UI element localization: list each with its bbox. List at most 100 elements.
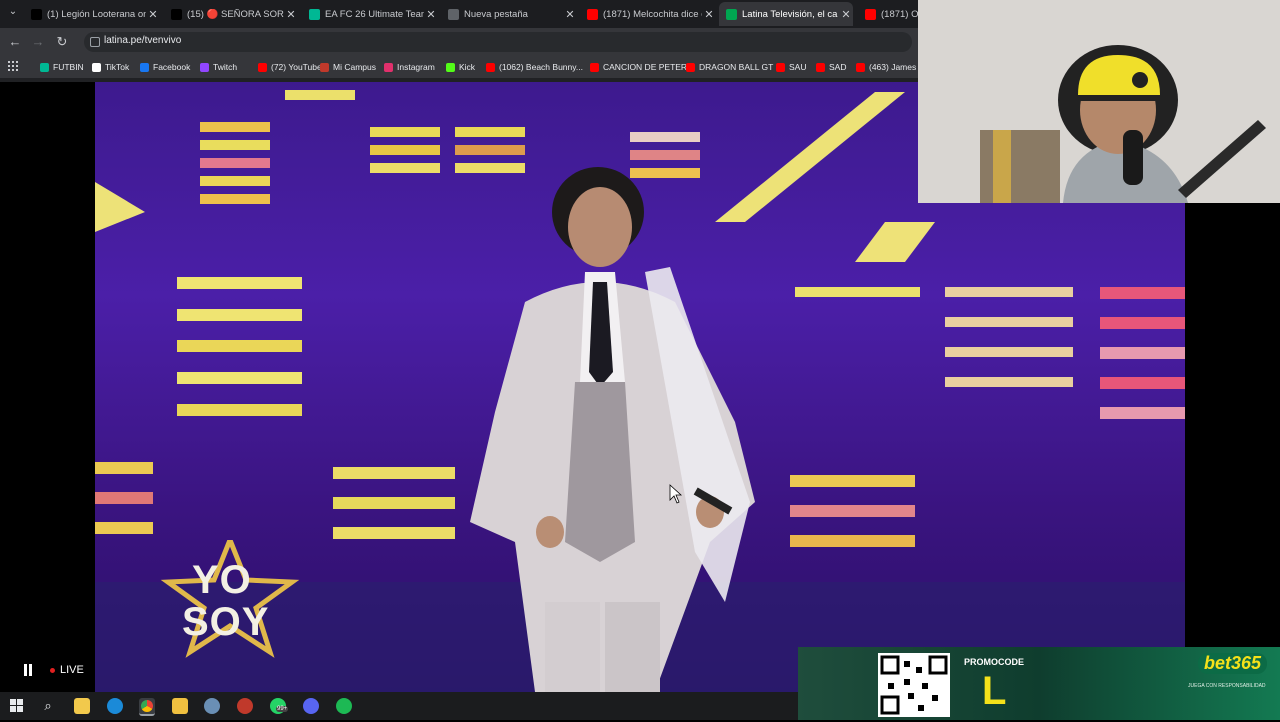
close-tab-icon[interactable]: ✕: [424, 8, 438, 21]
x-icon: [31, 8, 42, 20]
bookmark-item[interactable]: Kick: [446, 60, 475, 74]
tab-4[interactable]: (1871) Melcochita dice qu ✕: [580, 2, 716, 26]
notification-badge: 99+: [276, 706, 289, 712]
chrome-icon[interactable]: [139, 698, 155, 716]
qr-code: [878, 653, 950, 717]
bookmark-item[interactable]: (1062) Beach Bunny...: [486, 60, 583, 74]
futbin-icon: [309, 8, 320, 20]
latina-icon: [726, 8, 737, 20]
youtube-icon: [590, 62, 599, 72]
promo-label: PROMOCODE: [964, 657, 1025, 667]
bookmark-item[interactable]: TikTok: [92, 60, 129, 74]
bookmark-label: Twitch: [213, 62, 238, 72]
windows-start-icon[interactable]: [9, 698, 25, 714]
close-tab-icon[interactable]: ✕: [702, 8, 716, 21]
close-tab-icon[interactable]: ✕: [839, 8, 853, 21]
store-icon[interactable]: [74, 698, 90, 714]
bookmark-item[interactable]: Instagram: [384, 60, 435, 74]
bookmark-item[interactable]: SAD: [816, 60, 846, 74]
bookmark-label: FUTBIN: [53, 62, 84, 72]
folder-icon[interactable]: [172, 698, 188, 714]
discord-icon[interactable]: [303, 698, 319, 714]
ad-disclaimer: JUEGA CON RESPONSABILIDAD: [1188, 683, 1266, 689]
bookmark-item[interactable]: Twitch: [200, 60, 237, 74]
tab-title: (1871) Melcochita dice qu: [603, 8, 702, 20]
tab-title: (1) Legión Looterana on X: [47, 8, 146, 20]
address-bar[interactable]: [84, 32, 912, 52]
tab-1[interactable]: (15) 🔴 SEÑORA SORP ✕: [164, 2, 298, 26]
reload-icon[interactable]: ↻: [54, 34, 70, 50]
qr-code-icon: [880, 655, 948, 715]
tab-title: EA FC 26 Ultimate Team P: [325, 8, 424, 20]
bookmark-item[interactable]: SAU: [776, 60, 806, 74]
kick-icon: [446, 62, 455, 72]
webcam-feed: [918, 0, 1280, 203]
bookmark-label: Facebook: [153, 62, 191, 72]
tab-title: Latina Televisión, el ca: [742, 8, 838, 20]
tiktok-icon: [171, 8, 182, 20]
apps-grid-icon[interactable]: [8, 61, 18, 71]
bookmark-item[interactable]: (72) YouTube: [258, 60, 322, 74]
bookmark-label: (463) James A: [869, 62, 924, 72]
instagram-icon: [384, 62, 393, 72]
campus-icon: [320, 62, 329, 72]
bookmark-label: CANCION DE PETER: [603, 62, 688, 72]
bookmark-label: (72) YouTube: [271, 62, 322, 72]
facebook-icon: [140, 62, 149, 72]
bookmark-label: (1062) Beach Bunny...: [499, 62, 583, 72]
tab-3[interactable]: Nueva pestaña ✕: [441, 2, 577, 26]
obs-icon[interactable]: [237, 698, 253, 714]
bookmark-label: SAU: [789, 62, 807, 72]
back-icon[interactable]: ←: [7, 34, 23, 50]
bookmark-label: DRAGON BALL GT: [699, 62, 774, 72]
tab-title: Nueva pestaña: [464, 8, 528, 20]
tab-title: (1871) Oasi: [881, 8, 918, 20]
url-text[interactable]: latina.pe/tvenvivo: [104, 35, 181, 46]
youtube-icon: [816, 62, 825, 72]
tab-0[interactable]: (1) Legión Looterana on X✕: [24, 2, 160, 26]
bookmark-label: Kick: [459, 62, 476, 72]
live-indicator: LIVE: [24, 664, 84, 676]
bookmark-label: TikTok: [105, 62, 130, 72]
close-tab-icon[interactable]: ✕: [563, 8, 577, 21]
bookmark-item[interactable]: Mi Campus: [320, 60, 376, 74]
webcam-overlay: [918, 0, 1280, 203]
tab-title: (15) 🔴 SEÑORA SORP: [187, 8, 284, 20]
site-info-icon[interactable]: [90, 37, 100, 47]
promo-letter: L: [982, 669, 1007, 713]
chrome-icon: [448, 8, 459, 20]
tiktok-icon: [92, 62, 101, 72]
app-icon[interactable]: [204, 698, 220, 714]
twitch-icon: [200, 62, 209, 72]
bookmark-item[interactable]: Facebook: [140, 60, 190, 74]
edge-icon[interactable]: [107, 698, 123, 714]
futbin-icon: [40, 62, 49, 72]
spotify-icon[interactable]: [336, 698, 352, 714]
logo-line1: YO: [192, 558, 252, 602]
bookmark-item[interactable]: FUTBIN: [40, 60, 84, 74]
live-dot-icon: [50, 667, 55, 673]
tab-6[interactable]: (1871) Oasi: [858, 2, 918, 26]
forward-icon[interactable]: →: [30, 34, 46, 50]
live-label: LIVE: [60, 664, 84, 676]
youtube-icon: [865, 8, 876, 20]
brand-logo: bet365: [1198, 653, 1268, 674]
youtube-icon: [686, 62, 695, 72]
bookmark-item[interactable]: (463) James A: [856, 60, 924, 74]
bookmark-item[interactable]: CANCION DE PETER: [590, 60, 687, 74]
close-tab-icon[interactable]: ✕: [146, 8, 160, 21]
search-icon[interactable]: ⌕: [40, 698, 56, 714]
close-tab-icon[interactable]: ✕: [284, 8, 298, 21]
bookmark-label: SAD: [829, 62, 847, 72]
ad-banner[interactable]: PROMOCODE L bet365 JUEGA CON RESPONSABIL…: [798, 647, 1280, 720]
whatsapp-icon[interactable]: 99+: [270, 698, 289, 714]
bookmark-label: Mi Campus: [333, 62, 376, 72]
tab-2[interactable]: EA FC 26 Ultimate Team P✕: [302, 2, 438, 26]
youtube-icon: [486, 62, 495, 72]
tab-5[interactable]: Latina Televisión, el ca ✕: [719, 2, 853, 26]
bookmark-item[interactable]: DRAGON BALL GT: [686, 60, 773, 74]
pause-icon[interactable]: [24, 664, 27, 676]
youtube-icon: [258, 62, 267, 72]
tab-search-icon[interactable]: ⌄: [6, 6, 20, 20]
youtube-icon: [587, 8, 598, 20]
